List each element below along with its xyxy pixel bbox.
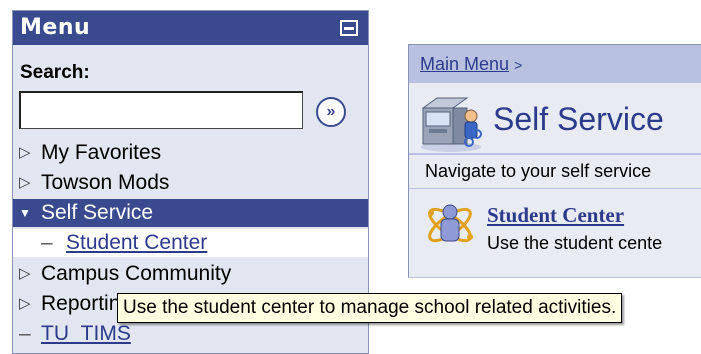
menu-item-my-favorites[interactable]: ▷ My Favorites — [13, 139, 368, 167]
student-center-card-description: Use the student cente — [487, 233, 663, 253]
menu-item-label: Self Service — [41, 201, 154, 224]
collapse-menu-button[interactable] — [340, 20, 358, 36]
menu-item-student-center[interactable]: – Student Center — [13, 229, 368, 257]
collapse-arrow-icon: ▼ — [19, 206, 31, 220]
tu-tims-link[interactable]: TU_TIMS — [41, 321, 131, 347]
breadcrumb-main-menu-link[interactable]: Main Menu — [420, 54, 509, 74]
expand-arrow-icon: ▷ — [19, 174, 31, 191]
search-go-button[interactable]: » — [316, 97, 346, 127]
self-service-kiosk-icon — [421, 97, 482, 152]
student-center-card-link[interactable]: Student Center — [487, 203, 624, 228]
page-description: Navigate to your self service — [425, 161, 652, 181]
tooltip: Use the student center to manage school … — [117, 293, 623, 323]
content-panel: Main Menu > Self Service Navigate to you… — [408, 44, 701, 278]
title-divider — [409, 153, 701, 155]
search-label: Search: — [20, 62, 90, 83]
search-input[interactable] — [19, 91, 303, 129]
menu-item-tu-tims[interactable]: – TU_TIMS — [13, 320, 368, 348]
double-chevron-right-icon: » — [326, 103, 336, 120]
breadcrumb-separator: > — [514, 57, 523, 73]
menu-title: Menu — [20, 15, 91, 40]
student-atom-icon — [428, 204, 473, 243]
tree-dash-icon: – — [41, 231, 53, 254]
menu-item-label: My Favorites — [41, 141, 162, 164]
expand-arrow-icon: ▷ — [19, 144, 31, 161]
menu-item-label: Towson Mods — [41, 171, 170, 194]
page-title: Self Service — [493, 101, 664, 137]
tree-dash-icon: – — [19, 322, 31, 345]
student-center-link[interactable]: Student Center — [66, 230, 207, 256]
menu-item-label: Campus Community — [41, 262, 232, 285]
expand-arrow-icon: ▷ — [19, 265, 31, 282]
breadcrumb-bar: Main Menu > — [409, 45, 701, 83]
description-divider — [409, 188, 701, 189]
expand-arrow-icon: ▷ — [19, 295, 31, 312]
menu-item-self-service[interactable]: ▼ Self Service — [13, 199, 368, 227]
breadcrumb: Main Menu > — [420, 54, 522, 75]
menu-header: Menu — [13, 11, 368, 45]
menu-item-campus-community[interactable]: ▷ Campus Community — [13, 260, 368, 288]
menu-item-towson-mods[interactable]: ▷ Towson Mods — [13, 169, 368, 197]
